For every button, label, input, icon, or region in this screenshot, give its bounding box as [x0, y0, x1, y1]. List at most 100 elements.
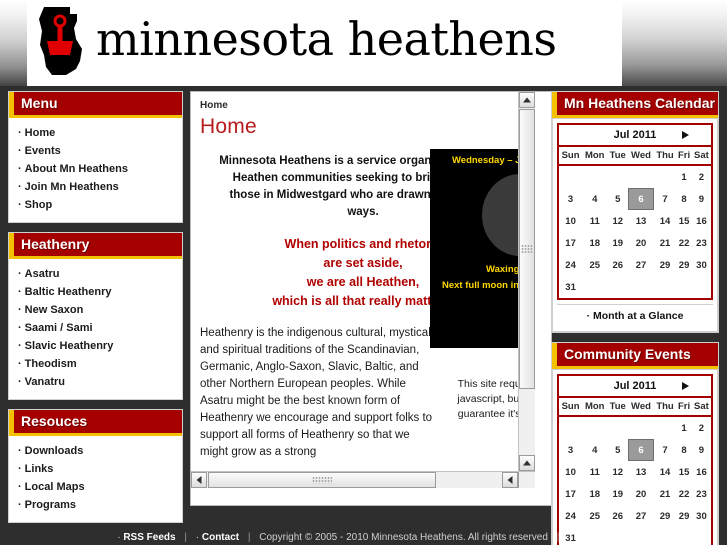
- calendar-day[interactable]: 13: [628, 461, 654, 483]
- calendar-day[interactable]: 7: [654, 188, 676, 210]
- calendar-day[interactable]: 15: [676, 210, 692, 232]
- calendar-day[interactable]: 31: [559, 276, 582, 298]
- calendar-day[interactable]: 11: [582, 210, 607, 232]
- calendar-day[interactable]: 9: [692, 188, 711, 210]
- scroll-left-button-secondary[interactable]: [502, 472, 518, 488]
- calendar-day[interactable]: 20: [628, 232, 654, 254]
- calendar-day[interactable]: 17: [559, 232, 582, 254]
- calendar-day[interactable]: 25: [582, 254, 607, 276]
- scroll-up-button-secondary[interactable]: [519, 455, 535, 471]
- sidebar-item-shop[interactable]: · Shop: [9, 196, 182, 214]
- calendar-day[interactable]: 5: [607, 439, 628, 461]
- calendar-day[interactable]: 24: [559, 254, 582, 276]
- calendar-day[interactable]: 19: [607, 483, 628, 505]
- vertical-scrollbar[interactable]: [518, 92, 535, 488]
- calendar-day[interactable]: 16: [692, 461, 711, 483]
- calendar-day[interactable]: [559, 165, 582, 188]
- calendar-day[interactable]: 8: [676, 439, 692, 461]
- sidebar-item-local-maps[interactable]: · Local Maps: [9, 478, 182, 496]
- next-month-arrow-icon[interactable]: [682, 131, 689, 139]
- calendar-day[interactable]: 8: [676, 188, 692, 210]
- sidebar-item-links[interactable]: · Links: [9, 460, 182, 478]
- calendar-day[interactable]: [582, 165, 607, 188]
- calendar-day[interactable]: 22: [676, 232, 692, 254]
- calendar-day[interactable]: 1: [676, 416, 692, 439]
- footer-privacy-link[interactable]: Privacy: [574, 532, 610, 543]
- sidebar-item-join[interactable]: · Join Mn Heathens: [9, 178, 182, 196]
- calendar-day[interactable]: 15: [676, 461, 692, 483]
- calendar-day[interactable]: 2: [692, 165, 711, 188]
- calendar-day[interactable]: 9: [692, 439, 711, 461]
- sidebar-item-home[interactable]: · Home: [9, 124, 182, 142]
- sidebar-item-theodism[interactable]: · Theodism: [9, 355, 182, 373]
- calendar-day[interactable]: 12: [607, 461, 628, 483]
- sidebar-item-downloads[interactable]: · Downloads: [9, 442, 182, 460]
- sidebar-item-saami-sami[interactable]: · Saami / Sami: [9, 319, 182, 337]
- calendar-day[interactable]: [582, 276, 607, 298]
- calendar-day[interactable]: 1: [676, 165, 692, 188]
- calendar-day[interactable]: 10: [559, 461, 582, 483]
- calendar-day-today[interactable]: 6: [628, 439, 654, 461]
- calendar-day[interactable]: 5: [607, 188, 628, 210]
- calendar-day[interactable]: 18: [582, 232, 607, 254]
- calendar-day[interactable]: [582, 416, 607, 439]
- sidebar-item-about[interactable]: · About Mn Heathens: [9, 160, 182, 178]
- calendar-day[interactable]: 23: [692, 232, 711, 254]
- calendar-day-today[interactable]: 6: [628, 188, 654, 210]
- calendar-day[interactable]: 3: [559, 439, 582, 461]
- calendar-day[interactable]: [654, 165, 676, 188]
- calendar-day[interactable]: [607, 276, 628, 298]
- calendar-day[interactable]: 14: [654, 461, 676, 483]
- horizontal-scroll-thumb[interactable]: [208, 472, 436, 488]
- calendar-day[interactable]: 30: [692, 254, 711, 276]
- vertical-scroll-thumb[interactable]: [519, 109, 535, 389]
- sidebar-item-slavic-heathenry[interactable]: · Slavic Heathenry: [9, 337, 182, 355]
- calendar-day[interactable]: [628, 165, 654, 188]
- calendar-day[interactable]: 29: [654, 254, 676, 276]
- calendar-day[interactable]: [607, 416, 628, 439]
- calendar-day[interactable]: 27: [628, 254, 654, 276]
- sidebar-item-events[interactable]: · Events: [9, 142, 182, 160]
- sidebar-item-baltic-heathenry[interactable]: · Baltic Heathenry: [9, 283, 182, 301]
- calendar-day[interactable]: [676, 276, 692, 298]
- calendar-day[interactable]: [607, 165, 628, 188]
- scroll-up-button[interactable]: [519, 92, 535, 108]
- calendar-day[interactable]: 3: [559, 188, 582, 210]
- calendar-day[interactable]: 18: [582, 483, 607, 505]
- sidebar-item-new-saxon[interactable]: · New Saxon: [9, 301, 182, 319]
- calendar-day[interactable]: [628, 416, 654, 439]
- calendar-day[interactable]: 4: [582, 439, 607, 461]
- calendar-day[interactable]: 2: [692, 416, 711, 439]
- calendar-day[interactable]: 10: [559, 210, 582, 232]
- calendar-day[interactable]: 7: [654, 439, 676, 461]
- calendar-day[interactable]: 29: [676, 254, 692, 276]
- scroll-left-button[interactable]: [191, 472, 207, 488]
- sidebar-item-vanatru[interactable]: · Vanatru: [9, 373, 182, 391]
- calendar-day[interactable]: 4: [582, 188, 607, 210]
- calendar-day[interactable]: 13: [628, 210, 654, 232]
- sidebar-item-programs[interactable]: · Programs: [9, 496, 182, 514]
- calendar-day[interactable]: 16: [692, 210, 711, 232]
- footer-contact-link[interactable]: Contact: [202, 532, 239, 543]
- horizontal-scrollbar[interactable]: [191, 471, 535, 488]
- calendar-day[interactable]: 23: [692, 483, 711, 505]
- calendar-day[interactable]: [559, 416, 582, 439]
- calendar-day[interactable]: [692, 276, 711, 298]
- calendar-day[interactable]: 11: [582, 461, 607, 483]
- calendar-day[interactable]: 26: [607, 254, 628, 276]
- calendar-day[interactable]: [654, 276, 676, 298]
- calendar-day[interactable]: [654, 416, 676, 439]
- calendar-day[interactable]: [628, 276, 654, 298]
- calendar-day[interactable]: 21: [654, 232, 676, 254]
- calendar-day[interactable]: 22: [676, 483, 692, 505]
- calendar-day[interactable]: 20: [628, 483, 654, 505]
- calendar-day[interactable]: 21: [654, 483, 676, 505]
- calendar-day[interactable]: 14: [654, 210, 676, 232]
- calendar-footer-link-mn-heathens[interactable]: · Month at a Glance: [557, 304, 713, 327]
- next-month-arrow-icon[interactable]: [682, 382, 689, 390]
- calendar-day[interactable]: 17: [559, 483, 582, 505]
- calendar-day[interactable]: 12: [607, 210, 628, 232]
- sidebar-item-asatru[interactable]: · Asatru: [9, 265, 182, 283]
- calendar-day[interactable]: 19: [607, 232, 628, 254]
- footer-rss-link[interactable]: RSS Feeds: [123, 532, 175, 543]
